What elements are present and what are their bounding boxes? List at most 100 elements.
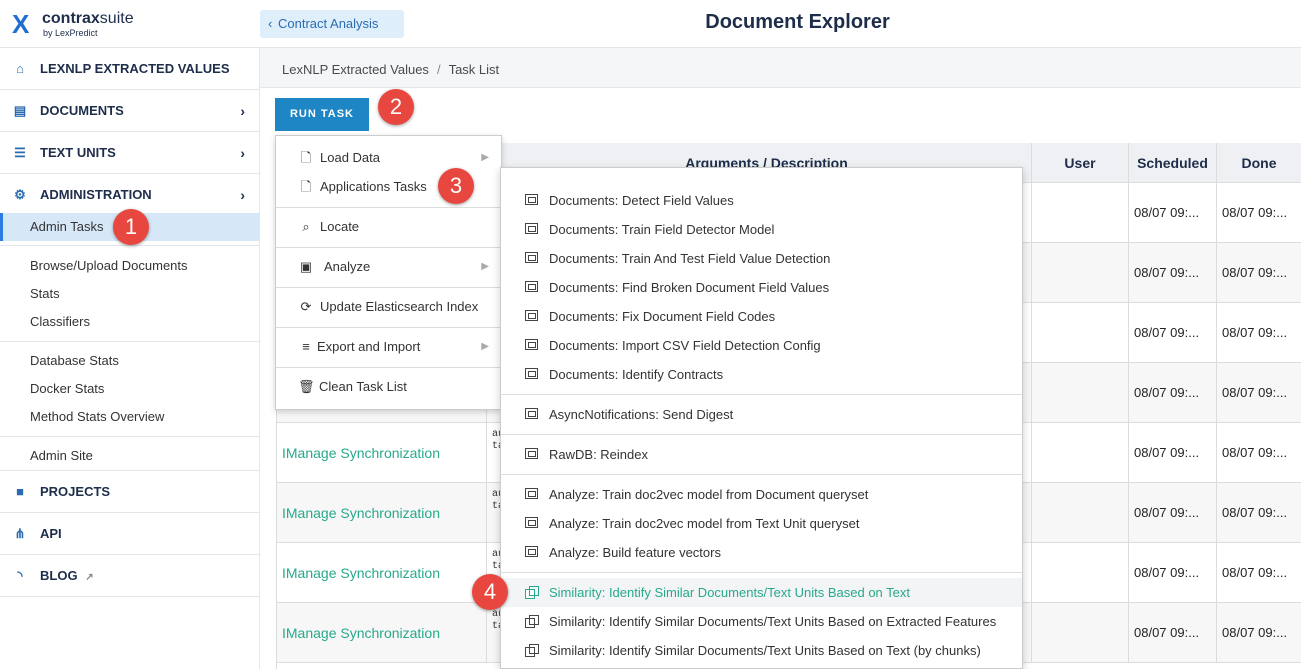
applications-tasks-submenu: Documents: Detect Field Values Documents:… xyxy=(500,167,1023,669)
sidebar-item-admin-site[interactable]: Admin Site xyxy=(0,442,259,470)
sidebar-item-api[interactable]: ⋔ API xyxy=(0,513,259,555)
copy-icon xyxy=(525,644,539,657)
sidebar-item-classifiers[interactable]: Classifiers xyxy=(0,308,259,336)
submenu-item[interactable]: Documents: Identify Contracts xyxy=(501,360,1022,389)
task-done: 08/07 09:... xyxy=(1217,603,1301,663)
document-icon: ▤ xyxy=(13,103,27,118)
analyze-icon xyxy=(525,281,538,292)
submenu-item[interactable]: Documents: Train And Test Field Value De… xyxy=(501,244,1022,273)
task-scheduled: 08/07 09:... xyxy=(1129,183,1217,243)
submenu-item[interactable]: Similarity: Identify Similar Documents/T… xyxy=(501,607,1022,636)
sidebar-item-blog[interactable]: ◝ BLOG ↗ xyxy=(0,555,259,597)
breadcrumb-current: Task List xyxy=(448,62,500,77)
task-user xyxy=(1032,183,1129,243)
page-title: Document Explorer xyxy=(705,11,890,33)
sidebar-item-documents[interactable]: ▤ DOCUMENTS › xyxy=(0,90,259,132)
submenu-item-label: Documents: Train Field Detector Model xyxy=(549,222,775,237)
briefcase-icon: ■ xyxy=(16,484,24,499)
analyze-icon xyxy=(525,339,538,350)
submenu-item[interactable]: Analyze: Train doc2vec model from Text U… xyxy=(501,509,1022,538)
task-name-link[interactable]: IManage Synchronization xyxy=(277,423,487,483)
submenu-item-label: Documents: Import CSV Field Detection Co… xyxy=(549,338,821,353)
task-user xyxy=(1032,483,1129,543)
submenu-item-label: Documents: Fix Document Field Codes xyxy=(549,309,776,324)
task-done: 08/07 09:... xyxy=(1217,483,1301,543)
menu-item-locate[interactable]: ⌕ Locate xyxy=(276,207,501,247)
submenu-item[interactable]: Documents: Find Broken Document Field Va… xyxy=(501,273,1022,302)
task-done: 08/07 09:... xyxy=(1217,303,1301,363)
column-header-done[interactable]: Done xyxy=(1217,143,1301,183)
callout-badge-2: 2 xyxy=(378,89,414,125)
rss-icon: ◝ xyxy=(17,568,23,583)
sidebar-item-label: LEXNLP EXTRACTED VALUES xyxy=(40,61,230,76)
external-link-icon: ↗ xyxy=(85,572,94,583)
sidebar-item-label: API xyxy=(40,526,62,541)
breadcrumb: LexNLP Extracted Values / Task List xyxy=(260,48,1301,88)
submenu-item[interactable]: Documents: Import CSV Field Detection Co… xyxy=(501,331,1022,360)
sidebar-item-docker-stats[interactable]: Docker Stats xyxy=(0,375,259,403)
menu-item-label: Analyze xyxy=(324,259,371,274)
task-scheduled: 08/07 09:... xyxy=(1129,603,1217,663)
submenu-item-label: Analyze: Train doc2vec model from Text U… xyxy=(549,516,860,531)
task-name-link[interactable]: IManage Synchronization xyxy=(277,543,487,603)
sidebar-item-browse-upload[interactable]: Browse/Upload Documents xyxy=(0,252,259,280)
sidebar: ⌂ LEXNLP EXTRACTED VALUES ▤ DOCUMENTS › … xyxy=(0,48,260,669)
breadcrumb-separator: / xyxy=(436,62,441,77)
analyze-icon xyxy=(525,223,538,234)
sidebar-item-label: TEXT UNITS xyxy=(40,145,116,160)
sidebar-item-projects[interactable]: ■ PROJECTS xyxy=(0,471,259,513)
trash-icon: 🗑 xyxy=(298,379,315,394)
run-task-button[interactable]: RUN TASK xyxy=(275,98,369,131)
analyze-icon xyxy=(525,546,538,557)
sidebar-item-database-stats[interactable]: Database Stats xyxy=(0,347,259,375)
task-user xyxy=(1032,363,1129,423)
task-scheduled: 08/07 09:... xyxy=(1129,243,1217,303)
sidebar-item-text-units[interactable]: ☰ TEXT UNITS › xyxy=(0,132,259,174)
task-user xyxy=(1032,543,1129,603)
sidebar-item-label: PROJECTS xyxy=(40,484,111,499)
menu-item-export-import[interactable]: ≡ Export and Import ▶ xyxy=(276,327,501,367)
top-bar: X contraxsuite by LexPredict ‹ Contract … xyxy=(0,0,1301,48)
submenu-item-label: Documents: Find Broken Document Field Va… xyxy=(549,280,830,295)
sidebar-item-label: ADMINISTRATION xyxy=(40,187,152,202)
sidebar-item-label: DOCUMENTS xyxy=(40,103,124,118)
menu-item-update-es-index[interactable]: ⟳ Update Elasticsearch Index xyxy=(276,287,501,327)
submenu-item[interactable]: Documents: Fix Document Field Codes xyxy=(501,302,1022,331)
divider xyxy=(0,341,259,342)
task-done: 08/07 09:... xyxy=(1217,183,1301,243)
home-icon: ⌂ xyxy=(16,61,24,76)
task-name-link[interactable]: IManage Synchronization xyxy=(277,603,487,663)
menu-item-analyze[interactable]: ▣ Analyze ▶ xyxy=(276,247,501,287)
caret-right-icon: ▶ xyxy=(481,261,489,272)
breadcrumb-item[interactable]: LexNLP Extracted Values xyxy=(282,62,429,77)
divider xyxy=(501,394,1022,395)
submenu-item[interactable]: Documents: Detect Field Values xyxy=(501,186,1022,215)
chevron-right-icon: › xyxy=(240,187,245,203)
column-header-scheduled[interactable]: Scheduled xyxy=(1129,143,1217,183)
task-name-link[interactable]: IManage Synchronization xyxy=(277,483,487,543)
submenu-item[interactable]: Similarity: Identify Similar Documents/T… xyxy=(501,636,1022,665)
submenu-item[interactable]: AsyncNotifications: Send Digest xyxy=(501,400,1022,429)
menu-item-clean-task-list[interactable]: 🗑 Clean Task List xyxy=(276,367,501,407)
task-done: 08/07 09:... xyxy=(1217,363,1301,423)
callout-badge-1: 1 xyxy=(113,209,149,245)
sidebar-item-lexnlp[interactable]: ⌂ LEXNLP EXTRACTED VALUES xyxy=(0,48,259,90)
task-scheduled: 08/07 09:... xyxy=(1129,483,1217,543)
submenu-item-label: Similarity: Identify Similar Documents/T… xyxy=(549,643,981,658)
submenu-item[interactable]: Analyze: Train doc2vec model from Docume… xyxy=(501,480,1022,509)
menu-item-label: Load Data xyxy=(320,150,380,165)
divider xyxy=(501,572,1022,573)
submenu-item-label: Documents: Identify Contracts xyxy=(549,367,724,382)
submenu-item-label: AsyncNotifications: Send Digest xyxy=(549,407,734,422)
submenu-item[interactable]: RawDB: Reindex xyxy=(501,440,1022,469)
copy-icon xyxy=(525,586,539,599)
submenu-item[interactable]: Analyze: Build feature vectors xyxy=(501,538,1022,567)
column-header-user[interactable]: User xyxy=(1032,143,1129,183)
analyze-icon xyxy=(525,517,538,528)
submenu-item[interactable]: Similarity: Identify Similar Documents/T… xyxy=(501,578,1022,607)
task-user xyxy=(1032,243,1129,303)
divider xyxy=(0,436,259,437)
sidebar-item-stats[interactable]: Stats xyxy=(0,280,259,308)
submenu-item[interactable]: Documents: Train Field Detector Model xyxy=(501,215,1022,244)
sidebar-item-method-stats[interactable]: Method Stats Overview xyxy=(0,403,259,431)
